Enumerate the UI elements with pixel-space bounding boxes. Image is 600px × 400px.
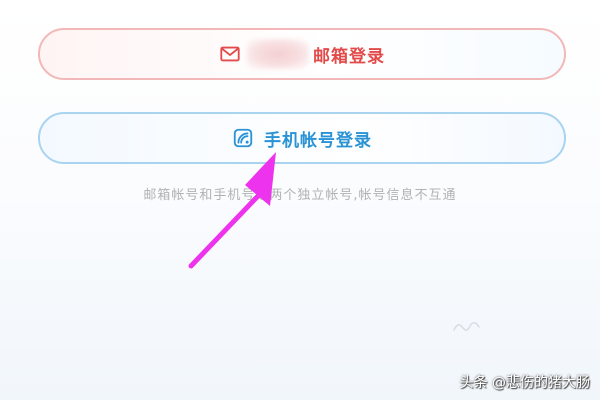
phone-icon [233, 128, 253, 148]
decorative-swirl-icon [453, 322, 480, 331]
phone-login-button-content: 手机帐号登录 [232, 126, 372, 151]
phone-account-login-label: 手机帐号登录 [264, 130, 372, 151]
account-hint-text: 邮箱帐号和手机号是两个独立帐号,帐号信息不互通 [143, 188, 457, 203]
email-login-button-content: 邮箱登录 [219, 39, 385, 69]
phone-account-login-button[interactable]: 手机帐号登录 [38, 112, 566, 164]
login-screen: 邮箱登录 手机帐号登录 邮箱帐号和手机号是两个独立帐号,帐号信息不互通 头条 @… [0, 0, 600, 400]
email-login-label: 邮箱登录 [313, 46, 385, 67]
watermark-text: 头条 @悲伤的猪大肠 [459, 375, 590, 391]
envelope-icon [220, 46, 240, 62]
email-login-button[interactable]: 邮箱登录 [38, 28, 566, 80]
redacted-region [247, 39, 309, 69]
